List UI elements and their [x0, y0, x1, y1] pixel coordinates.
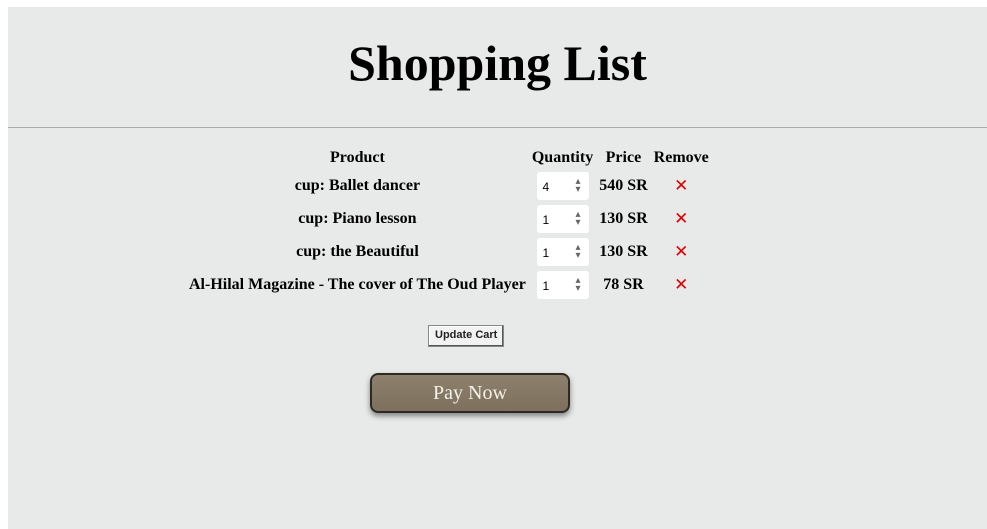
quantity-value: 4 — [542, 179, 550, 194]
quantity-stepper[interactable]: 4 ▴ ▾ — [536, 171, 589, 200]
column-header-quantity: Quantity — [531, 149, 594, 166]
cart-table: Product Quantity Price Remove cup: Balle… — [186, 147, 712, 301]
table-row: cup: Ballet dancer 4 ▴ ▾ 540 SR ✕ — [186, 169, 712, 202]
table-row: cup: Piano lesson 1 ▴ ▾ 130 SR ✕ — [186, 202, 712, 235]
product-name: cup: Piano lesson — [298, 209, 417, 227]
price: 130 SR — [599, 209, 648, 227]
table-row: Al-Hilal Magazine - The cover of The Oud… — [186, 268, 712, 301]
table-header-row: Product Quantity Price Remove — [186, 147, 712, 169]
product-name: cup: Ballet dancer — [294, 176, 421, 194]
stepper-arrows-icon[interactable]: ▴ ▾ — [576, 242, 581, 260]
price: 130 SR — [599, 242, 648, 260]
page-title: Shopping List — [348, 35, 647, 91]
column-header-product: Product — [330, 149, 385, 166]
column-header-remove: Remove — [653, 149, 709, 166]
page-header: Shopping List — [8, 7, 987, 128]
remove-icon[interactable]: ✕ — [674, 275, 688, 295]
price: 78 SR — [603, 275, 644, 293]
quantity-value: 1 — [542, 278, 550, 293]
product-name: cup: the Beautiful — [296, 242, 419, 260]
price: 540 SR — [599, 176, 648, 194]
table-row: cup: the Beautiful 1 ▴ ▾ 130 SR ✕ — [186, 235, 712, 268]
stepper-arrows-icon[interactable]: ▴ ▾ — [576, 275, 581, 293]
remove-icon[interactable]: ✕ — [674, 242, 688, 262]
pay-now-button[interactable]: Pay Now — [370, 373, 570, 413]
quantity-stepper[interactable]: 1 ▴ ▾ — [536, 270, 589, 299]
stepper-arrows-icon[interactable]: ▴ ▾ — [576, 176, 581, 194]
remove-icon[interactable]: ✕ — [674, 176, 688, 196]
product-name: Al-Hilal Magazine - The cover of The Oud… — [189, 275, 526, 293]
stepper-arrows-icon[interactable]: ▴ ▾ — [576, 209, 581, 227]
quantity-value: 1 — [542, 212, 550, 227]
remove-icon[interactable]: ✕ — [674, 209, 688, 229]
quantity-value: 1 — [542, 245, 550, 260]
column-header-price: Price — [605, 149, 642, 166]
page: Shopping List Product Quantity Price Rem… — [8, 7, 987, 529]
quantity-stepper[interactable]: 1 ▴ ▾ — [536, 237, 589, 266]
quantity-stepper[interactable]: 1 ▴ ▾ — [536, 204, 589, 233]
update-cart-button[interactable]: Update Cart — [428, 325, 505, 347]
